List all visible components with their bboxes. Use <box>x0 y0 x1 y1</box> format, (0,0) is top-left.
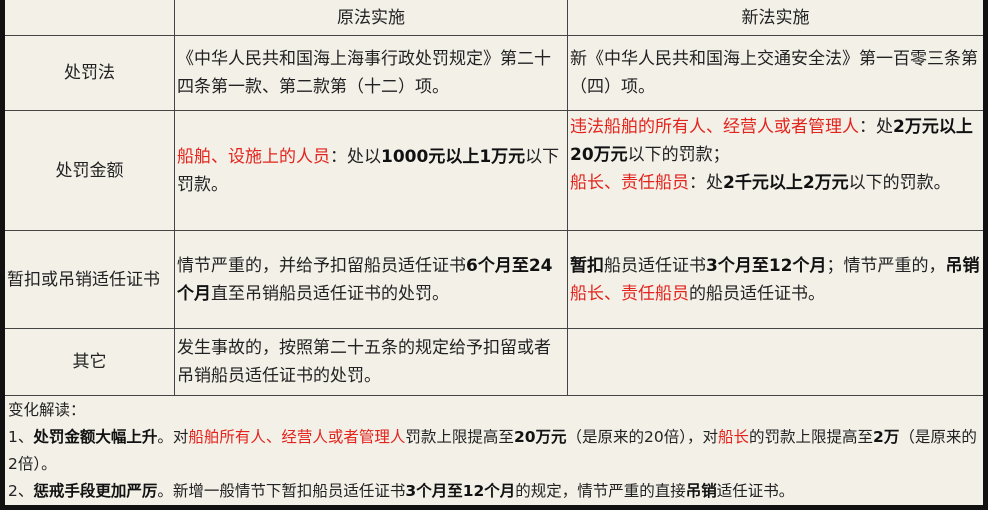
old-law-cell: 情节严重的，并给予扣留船员适任证书6个月至24个月直至吊销船员适任证书的处罚。 <box>175 231 568 328</box>
duration-text: 3个月至12个月 <box>405 482 516 500</box>
subject-text: 船舶所有人、经营人或者管理人 <box>188 428 406 446</box>
header-old-law: 原法实施 <box>175 0 568 35</box>
old-law-cell: 《中华人民共和国海上海事行政处罚规定》第二十四条第一款、第二款第（十二）项。 <box>175 36 568 110</box>
plain-text: 以下的罚款。 <box>848 173 951 193</box>
notes-item-1: 1、处罚金额大幅上升。对船舶所有人、经营人或者管理人罚款上限提高至20万元（是原… <box>8 424 983 478</box>
plain-text: ：处 <box>689 173 723 193</box>
document-page: 原法实施 新法实施 处罚法 《中华人民共和国海上海事行政处罚规定》第二十四条第一… <box>0 0 988 510</box>
amount-text: 2千元以上2万元 <box>723 173 849 193</box>
old-law-cell: 发生事故的，按照第二十五条的规定给予扣留或者吊销船员适任证书的处罚。 <box>175 329 568 395</box>
table-header-row: 原法实施 新法实施 <box>5 0 983 36</box>
new-law-line-captain: 船长、责任船员：处2千元以上2万元以下的罚款。 <box>570 169 983 197</box>
new-law-line-owner: 违法船舶的所有人、经营人或者管理人：处2万元以上20万元以下的罚款； <box>570 113 983 169</box>
row-label: 处罚法 <box>5 36 175 110</box>
plain-text: 的罚款上限提高至 <box>749 428 874 446</box>
old-law-text: 《中华人民共和国海上海事行政处罚规定》第二十四条第一款、第二款第（十二）项。 <box>177 49 551 97</box>
old-law-text: 船舶、设施上的人员：处以1000元以上1万元以下罚款。 <box>177 143 567 199</box>
new-law-cell <box>568 329 983 395</box>
new-law-text: 暂扣船员适任证书3个月至12个月；情节严重的，吊销船长、责任船员的船员适任证书。 <box>570 252 983 308</box>
notes-item-2: 2、惩戒手段更加严厉。新增一般情节下暂扣船员适任证书3个月至12个月的规定，情节… <box>8 478 983 505</box>
plain-text: 适任证书。 <box>716 482 795 500</box>
plain-text: 船员适任证书 <box>604 255 706 276</box>
plain-text: ：处 <box>859 117 893 137</box>
plain-text: 2、 <box>8 482 34 500</box>
subject-text: 船长、责任船员 <box>570 173 689 193</box>
plain-text: 罚款上限提高至 <box>405 428 514 446</box>
plain-text: （是原来的20倍），对 <box>566 428 718 446</box>
notes-title: 变化解读： <box>8 401 86 419</box>
new-law-cell: 新《中华人民共和国海上交通安全法》第一百零三条第（四）项。 <box>568 36 983 110</box>
emphasis-text: 处罚金额大幅上升 <box>33 428 158 446</box>
new-law-text: 新《中华人民共和国海上交通安全法》第一百零三条第（四）项。 <box>570 49 978 97</box>
new-law-cell: 违法船舶的所有人、经营人或者管理人：处2万元以上20万元以下的罚款； 船长、责任… <box>568 111 983 230</box>
header-cell-empty <box>5 0 175 35</box>
emphasis-text: 惩戒手段更加严厉 <box>33 482 158 500</box>
duration-text: 3个月至12个月 <box>706 255 827 276</box>
old-law-text: 发生事故的，按照第二十五条的规定给予扣留或者吊销船员适任证书的处罚。 <box>177 338 551 386</box>
new-law-cell: 暂扣船员适任证书3个月至12个月；情节严重的，吊销船长、责任船员的船员适任证书。 <box>568 231 983 328</box>
amount-text: 20万元 <box>513 428 567 446</box>
subject-text: 违法船舶的所有人、经营人或者管理人 <box>570 117 859 137</box>
change-notes: 变化解读： 1、处罚金额大幅上升。对船舶所有人、经营人或者管理人罚款上限提高至2… <box>5 397 983 505</box>
plain-text: 直至吊销船员适任证书的处罚。 <box>211 283 449 304</box>
amount-text: 2万 <box>873 428 900 446</box>
detain-text: 暂扣 <box>570 255 604 276</box>
revoke-text: 吊销 <box>945 255 980 276</box>
plain-text: ；情节严重的， <box>826 255 946 276</box>
header-new-law: 新法实施 <box>741 7 810 28</box>
amount-text: 1000元以上1万元 <box>381 146 526 167</box>
subject-text: 船长 <box>718 428 750 446</box>
plain-text: 情节严重的，并给予扣留船员适任证书 <box>177 255 466 276</box>
subject-text: 船长、责任船员 <box>570 283 689 304</box>
revoke-text: 吊销 <box>685 482 717 500</box>
table-row: 其它 发生事故的，按照第二十五条的规定给予扣留或者吊销船员适任证书的处罚。 <box>5 329 983 396</box>
table-row: 暂扣或吊销适任证书 情节严重的，并给予扣留船员适任证书6个月至24个月直至吊销船… <box>5 231 983 329</box>
old-law-cell: 船舶、设施上的人员：处以1000元以上1万元以下罚款。 <box>175 111 568 230</box>
plain-text: 的船员适任证书。 <box>689 283 825 304</box>
table-row: 处罚金额 船舶、设施上的人员：处以1000元以上1万元以下罚款。 违法船舶的所有… <box>5 111 983 231</box>
plain-text: ：处以 <box>330 146 381 167</box>
plain-text: 的规定，情节严重的直接 <box>515 482 686 500</box>
row-label: 其它 <box>5 329 175 395</box>
plain-text: 。对 <box>157 428 189 446</box>
row-label: 暂扣或吊销适任证书 <box>5 231 175 328</box>
subject-text: 船舶、设施上的人员 <box>177 146 330 167</box>
row-label: 处罚金额 <box>5 111 175 230</box>
plain-text: 。新增一般情节下暂扣船员适任证书 <box>157 482 406 500</box>
old-law-text: 情节严重的，并给予扣留船员适任证书6个月至24个月直至吊销船员适任证书的处罚。 <box>177 252 567 308</box>
plain-text: 1、 <box>8 428 34 446</box>
plain-text: 以下的罚款； <box>627 145 730 165</box>
table-row: 处罚法 《中华人民共和国海上海事行政处罚规定》第二十四条第一款、第二款第（十二）… <box>5 36 983 111</box>
